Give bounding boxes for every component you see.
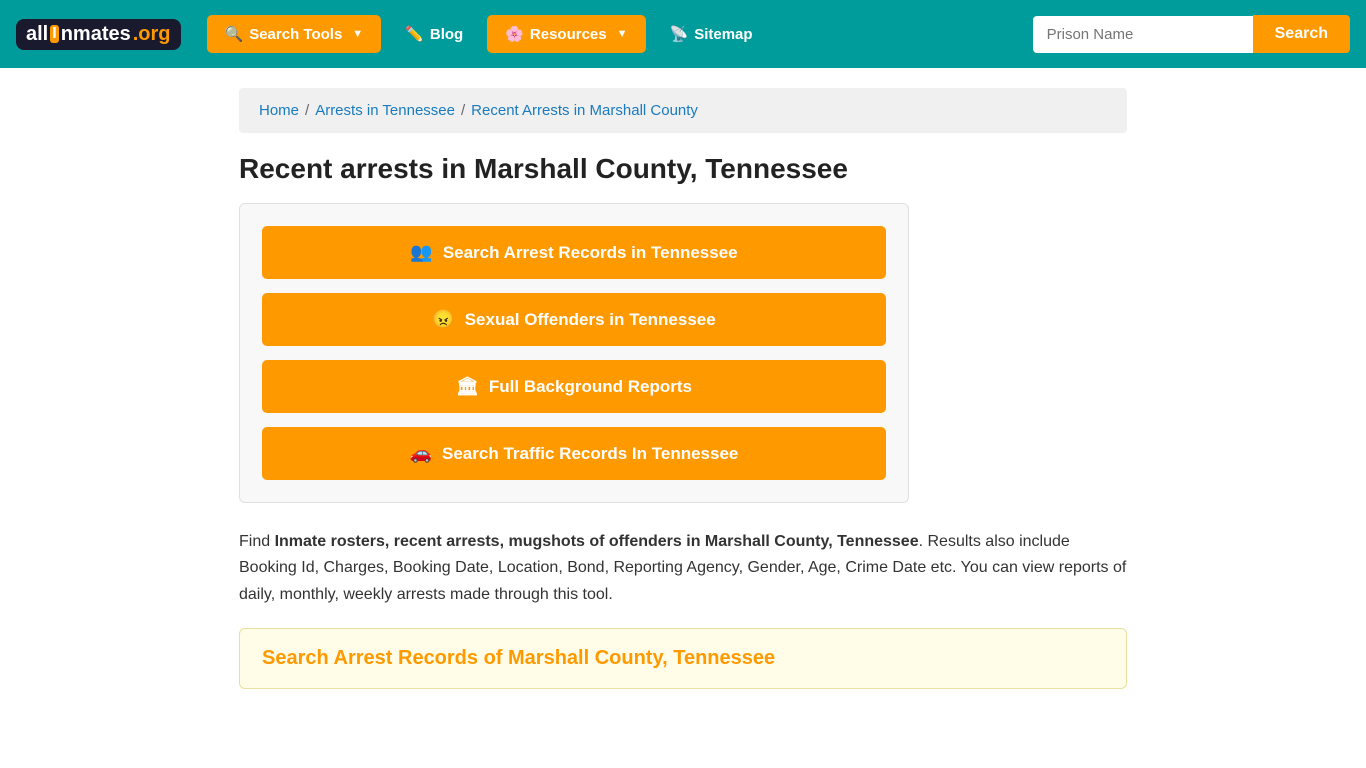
blog-icon: ✏️ [405,25,424,43]
logo-nmates: nmates [61,23,131,46]
breadcrumb-sep-1: / [305,102,309,119]
resources-icon: 🌸 [505,25,524,43]
blog-label: Blog [430,26,463,43]
main-content: Home / Arrests in Tennessee / Recent Arr… [223,68,1143,709]
action-card: 👥 Search Arrest Records in Tennessee 😠 S… [239,203,909,503]
description-bold: Inmate rosters, recent arrests, mugshots… [275,533,919,550]
people-icon: 👥 [410,242,432,263]
resources-label: Resources [530,26,607,43]
navbar: all I nmates .org 🔍 Search Tools ▼ ✏️ Bl… [0,0,1366,68]
search-arrest-button[interactable]: 👥 Search Arrest Records in Tennessee [262,226,886,279]
sexual-offenders-button[interactable]: 😠 Sexual Offenders in Tennessee [262,293,886,346]
search-tools-label: Search Tools [249,26,342,43]
nav-search-label: Search [1275,25,1328,42]
building-icon: 🏛 [456,376,479,397]
search-section-box: Search Arrest Records of Marshall County… [239,628,1127,689]
nav-search-area: Search [1033,15,1350,53]
breadcrumb-home[interactable]: Home [259,102,299,119]
logo-org: .org [133,23,171,46]
background-reports-label: Full Background Reports [489,377,692,397]
sitemap-label: Sitemap [694,26,752,43]
breadcrumb-current: Recent Arrests in Marshall County [471,102,698,119]
description-find: Find [239,533,275,550]
breadcrumb-sep-2: / [461,102,465,119]
breadcrumb: Home / Arrests in Tennessee / Recent Arr… [259,102,1107,119]
offender-icon: 😠 [432,309,454,330]
chevron-down-icon-resources: ▼ [617,28,628,40]
sexual-offenders-label: Sexual Offenders in Tennessee [465,310,716,330]
logo-i: I [50,25,58,43]
resources-button[interactable]: 🌸 Resources ▼ [487,15,645,53]
search-tools-icon: 🔍 [225,25,244,43]
blog-link[interactable]: ✏️ Blog [391,15,477,53]
description-text: Find Inmate rosters, recent arrests, mug… [239,529,1127,608]
search-tools-button[interactable]: 🔍 Search Tools ▼ [207,15,382,53]
sitemap-icon: 📡 [670,25,689,43]
page-title: Recent arrests in Marshall County, Tenne… [239,153,1127,185]
logo-all: all [26,23,48,46]
logo[interactable]: all I nmates .org [16,19,181,50]
nav-search-button[interactable]: Search [1253,15,1350,53]
breadcrumb-arrests-tn[interactable]: Arrests in Tennessee [315,102,455,119]
search-arrest-label: Search Arrest Records in Tennessee [443,243,738,263]
traffic-records-label: Search Traffic Records In Tennessee [442,444,738,464]
background-reports-button[interactable]: 🏛 Full Background Reports [262,360,886,413]
prison-name-input[interactable] [1033,16,1253,53]
car-icon: 🚗 [410,443,432,464]
search-section-title: Search Arrest Records of Marshall County… [262,647,1104,670]
breadcrumb-container: Home / Arrests in Tennessee / Recent Arr… [239,88,1127,133]
traffic-records-button[interactable]: 🚗 Search Traffic Records In Tennessee [262,427,886,480]
chevron-down-icon: ▼ [352,28,363,40]
sitemap-link[interactable]: 📡 Sitemap [656,15,767,53]
